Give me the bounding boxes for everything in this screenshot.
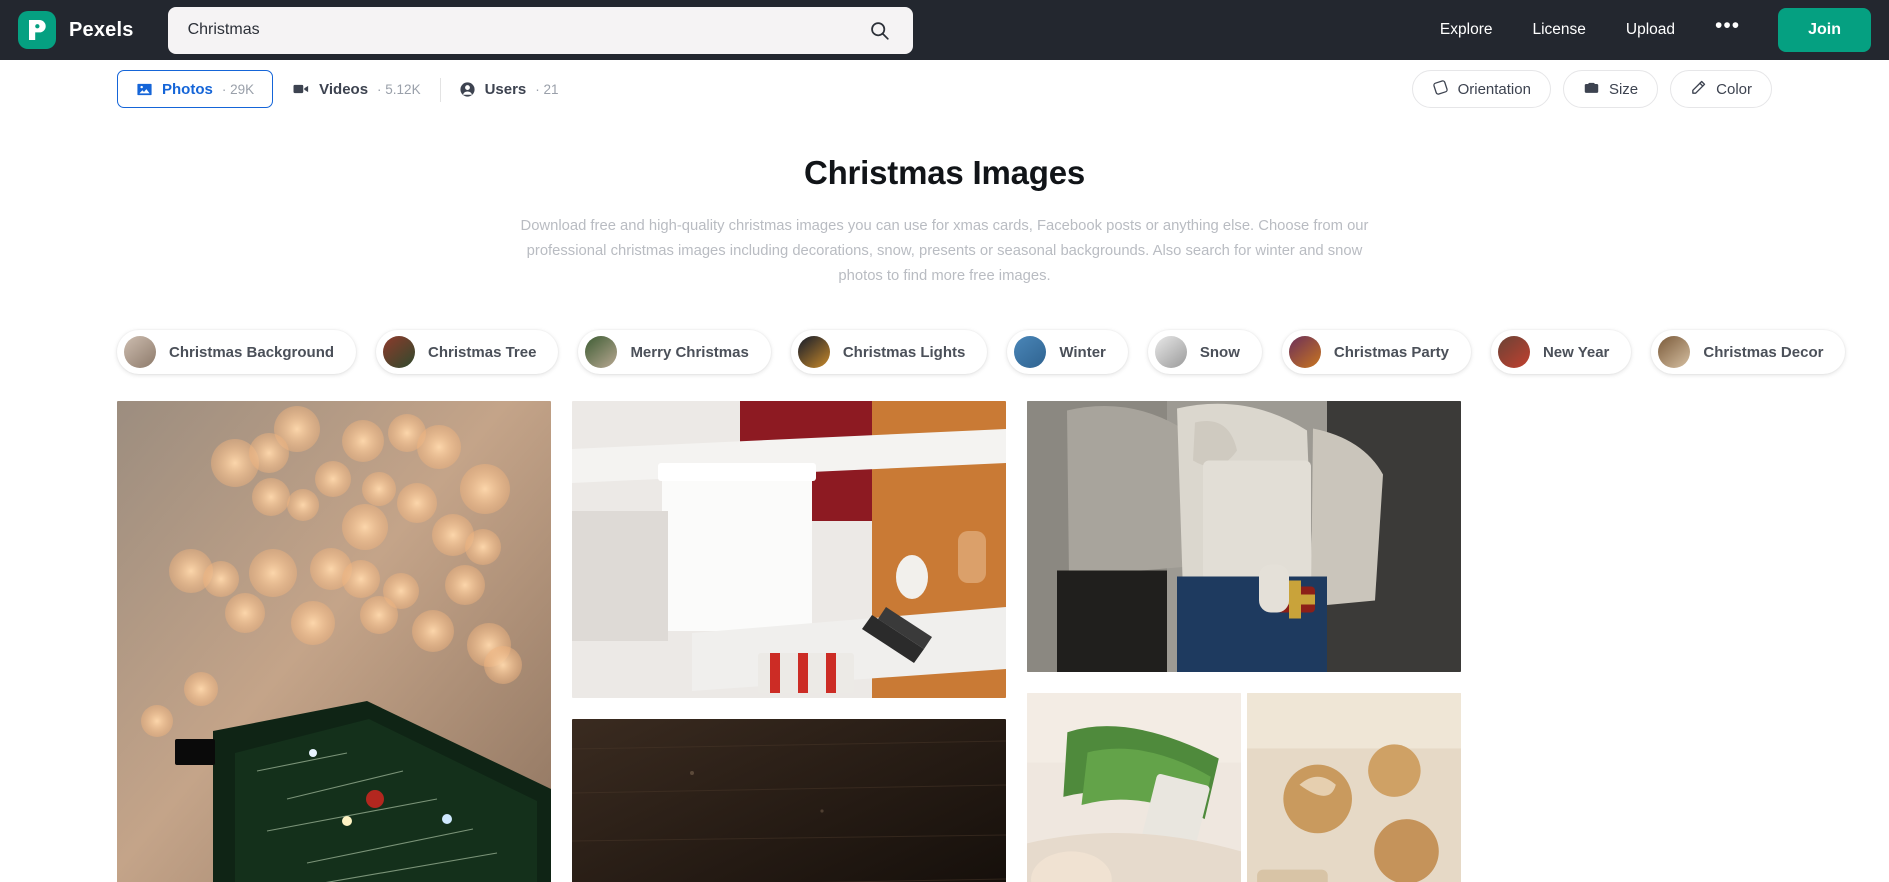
- grid-column-1: [117, 401, 551, 882]
- photo-card[interactable]: [572, 401, 1006, 698]
- related-tags-row[interactable]: Christmas Background Christmas Tree Merry …: [0, 325, 1889, 379]
- photo-card[interactable]: [1027, 693, 1241, 882]
- related-tag-thumbnail: [1288, 336, 1321, 368]
- related-tag-thumbnail: [585, 336, 618, 368]
- header-nav: Explore License Upload ••• Join: [1420, 8, 1871, 52]
- filter-orientation-button[interactable]: Orientation: [1411, 70, 1551, 108]
- join-button[interactable]: Join: [1778, 8, 1871, 52]
- filter-size-label: Size: [1608, 80, 1639, 98]
- related-tag-chip[interactable]: New Year: [1490, 330, 1632, 374]
- filter-bar: Photos · 29K Videos · 5.12K Users · 21 O…: [0, 60, 1889, 118]
- related-tag-label: Christmas Lights: [842, 343, 966, 361]
- related-tag-thumbnail: [124, 336, 156, 368]
- related-tag-chip[interactable]: Christmas Party: [1281, 330, 1471, 374]
- tab-photos[interactable]: Photos · 29K: [117, 70, 274, 108]
- related-tag-chip[interactable]: Christmas Lights: [790, 330, 988, 374]
- orientation-tilted-square-icon: [1432, 79, 1449, 100]
- tab-videos-count: · 5.12K: [377, 81, 421, 97]
- photo-results-grid: [0, 401, 1889, 882]
- related-tag-thumbnail: [383, 336, 416, 368]
- tab-users-count: · 21: [535, 81, 559, 97]
- related-tag-label: Christmas Party: [1333, 343, 1449, 361]
- related-tag-thumbnail: [1014, 336, 1047, 368]
- size-briefcase-icon: [1583, 79, 1600, 100]
- search-filters: Orientation Size Color: [1411, 70, 1772, 108]
- more-menu-icon[interactable]: •••: [1695, 15, 1760, 44]
- tab-videos[interactable]: Videos · 5.12K: [273, 70, 439, 108]
- tab-photos-count: · 29K: [221, 81, 255, 97]
- nav-link-license[interactable]: License: [1512, 11, 1605, 49]
- result-type-tabs: Photos · 29K Videos · 5.12K Users · 21: [117, 70, 578, 108]
- grid-column-3: [1027, 401, 1461, 882]
- color-pen-icon: [1690, 79, 1707, 100]
- related-tag-label: Snow: [1199, 343, 1240, 361]
- related-tag-chip[interactable]: Snow: [1147, 330, 1262, 374]
- filter-orientation-label: Orientation: [1457, 80, 1531, 98]
- hero-section: Christmas Images Download free and high-…: [0, 118, 1889, 289]
- filter-color-button[interactable]: Color: [1670, 70, 1772, 108]
- filter-color-label: Color: [1716, 80, 1752, 98]
- nav-link-upload[interactable]: Upload: [1606, 11, 1695, 49]
- related-tag-label: Christmas Background: [169, 343, 335, 361]
- related-tag-thumbnail: [1497, 336, 1530, 368]
- tab-photos-label: Photos: [162, 80, 213, 98]
- related-tag-thumbnail: [797, 336, 830, 368]
- photo-card[interactable]: [117, 401, 551, 882]
- photo-card[interactable]: [1247, 693, 1461, 882]
- related-tag-label: Winter: [1059, 343, 1106, 361]
- search-bar[interactable]: [167, 6, 913, 54]
- page-description: Download free and high-quality christmas…: [520, 218, 1369, 284]
- page-title: Christmas Images: [803, 154, 1086, 191]
- brand-logo-link[interactable]: Pexels: [18, 11, 134, 49]
- related-tag-chip[interactable]: Merry Christmas: [578, 330, 771, 374]
- related-tag-thumbnail: [1154, 336, 1187, 368]
- related-tag-chip[interactable]: Christmas Background: [117, 330, 357, 374]
- related-tag-thumbnail: [1658, 336, 1691, 368]
- related-tag-chip[interactable]: Christmas Decor: [1651, 330, 1846, 374]
- tab-videos-label: Videos: [319, 80, 369, 98]
- tab-users-label: Users: [484, 80, 527, 98]
- tab-users[interactable]: Users · 21: [439, 70, 578, 108]
- related-tag-chip[interactable]: Winter: [1007, 330, 1128, 374]
- site-header: Pexels Explore License Upload ••• Join: [0, 0, 1889, 60]
- photo-card[interactable]: [572, 719, 1006, 882]
- pexels-p-logo-icon: [18, 11, 56, 49]
- filter-size-button[interactable]: Size: [1562, 70, 1659, 108]
- related-tag-chip[interactable]: Christmas Tree: [376, 330, 559, 374]
- photo-card[interactable]: [1027, 401, 1461, 672]
- related-tag-label: Christmas Tree: [428, 343, 537, 361]
- related-tag-label: New Year: [1542, 343, 1610, 361]
- related-tag-label: Merry Christmas: [630, 343, 749, 361]
- brand-name: Pexels: [69, 18, 134, 41]
- user-circle-icon: [459, 81, 476, 98]
- related-tag-label: Christmas Decor: [1703, 343, 1824, 361]
- nav-link-explore[interactable]: Explore: [1420, 11, 1513, 49]
- image-icon: [136, 81, 153, 98]
- search-icon[interactable]: [865, 15, 895, 45]
- video-camera-icon: [292, 80, 310, 98]
- grid-column-2: [572, 401, 1006, 882]
- photo-split-row: [1027, 693, 1461, 882]
- search-input[interactable]: [187, 6, 865, 54]
